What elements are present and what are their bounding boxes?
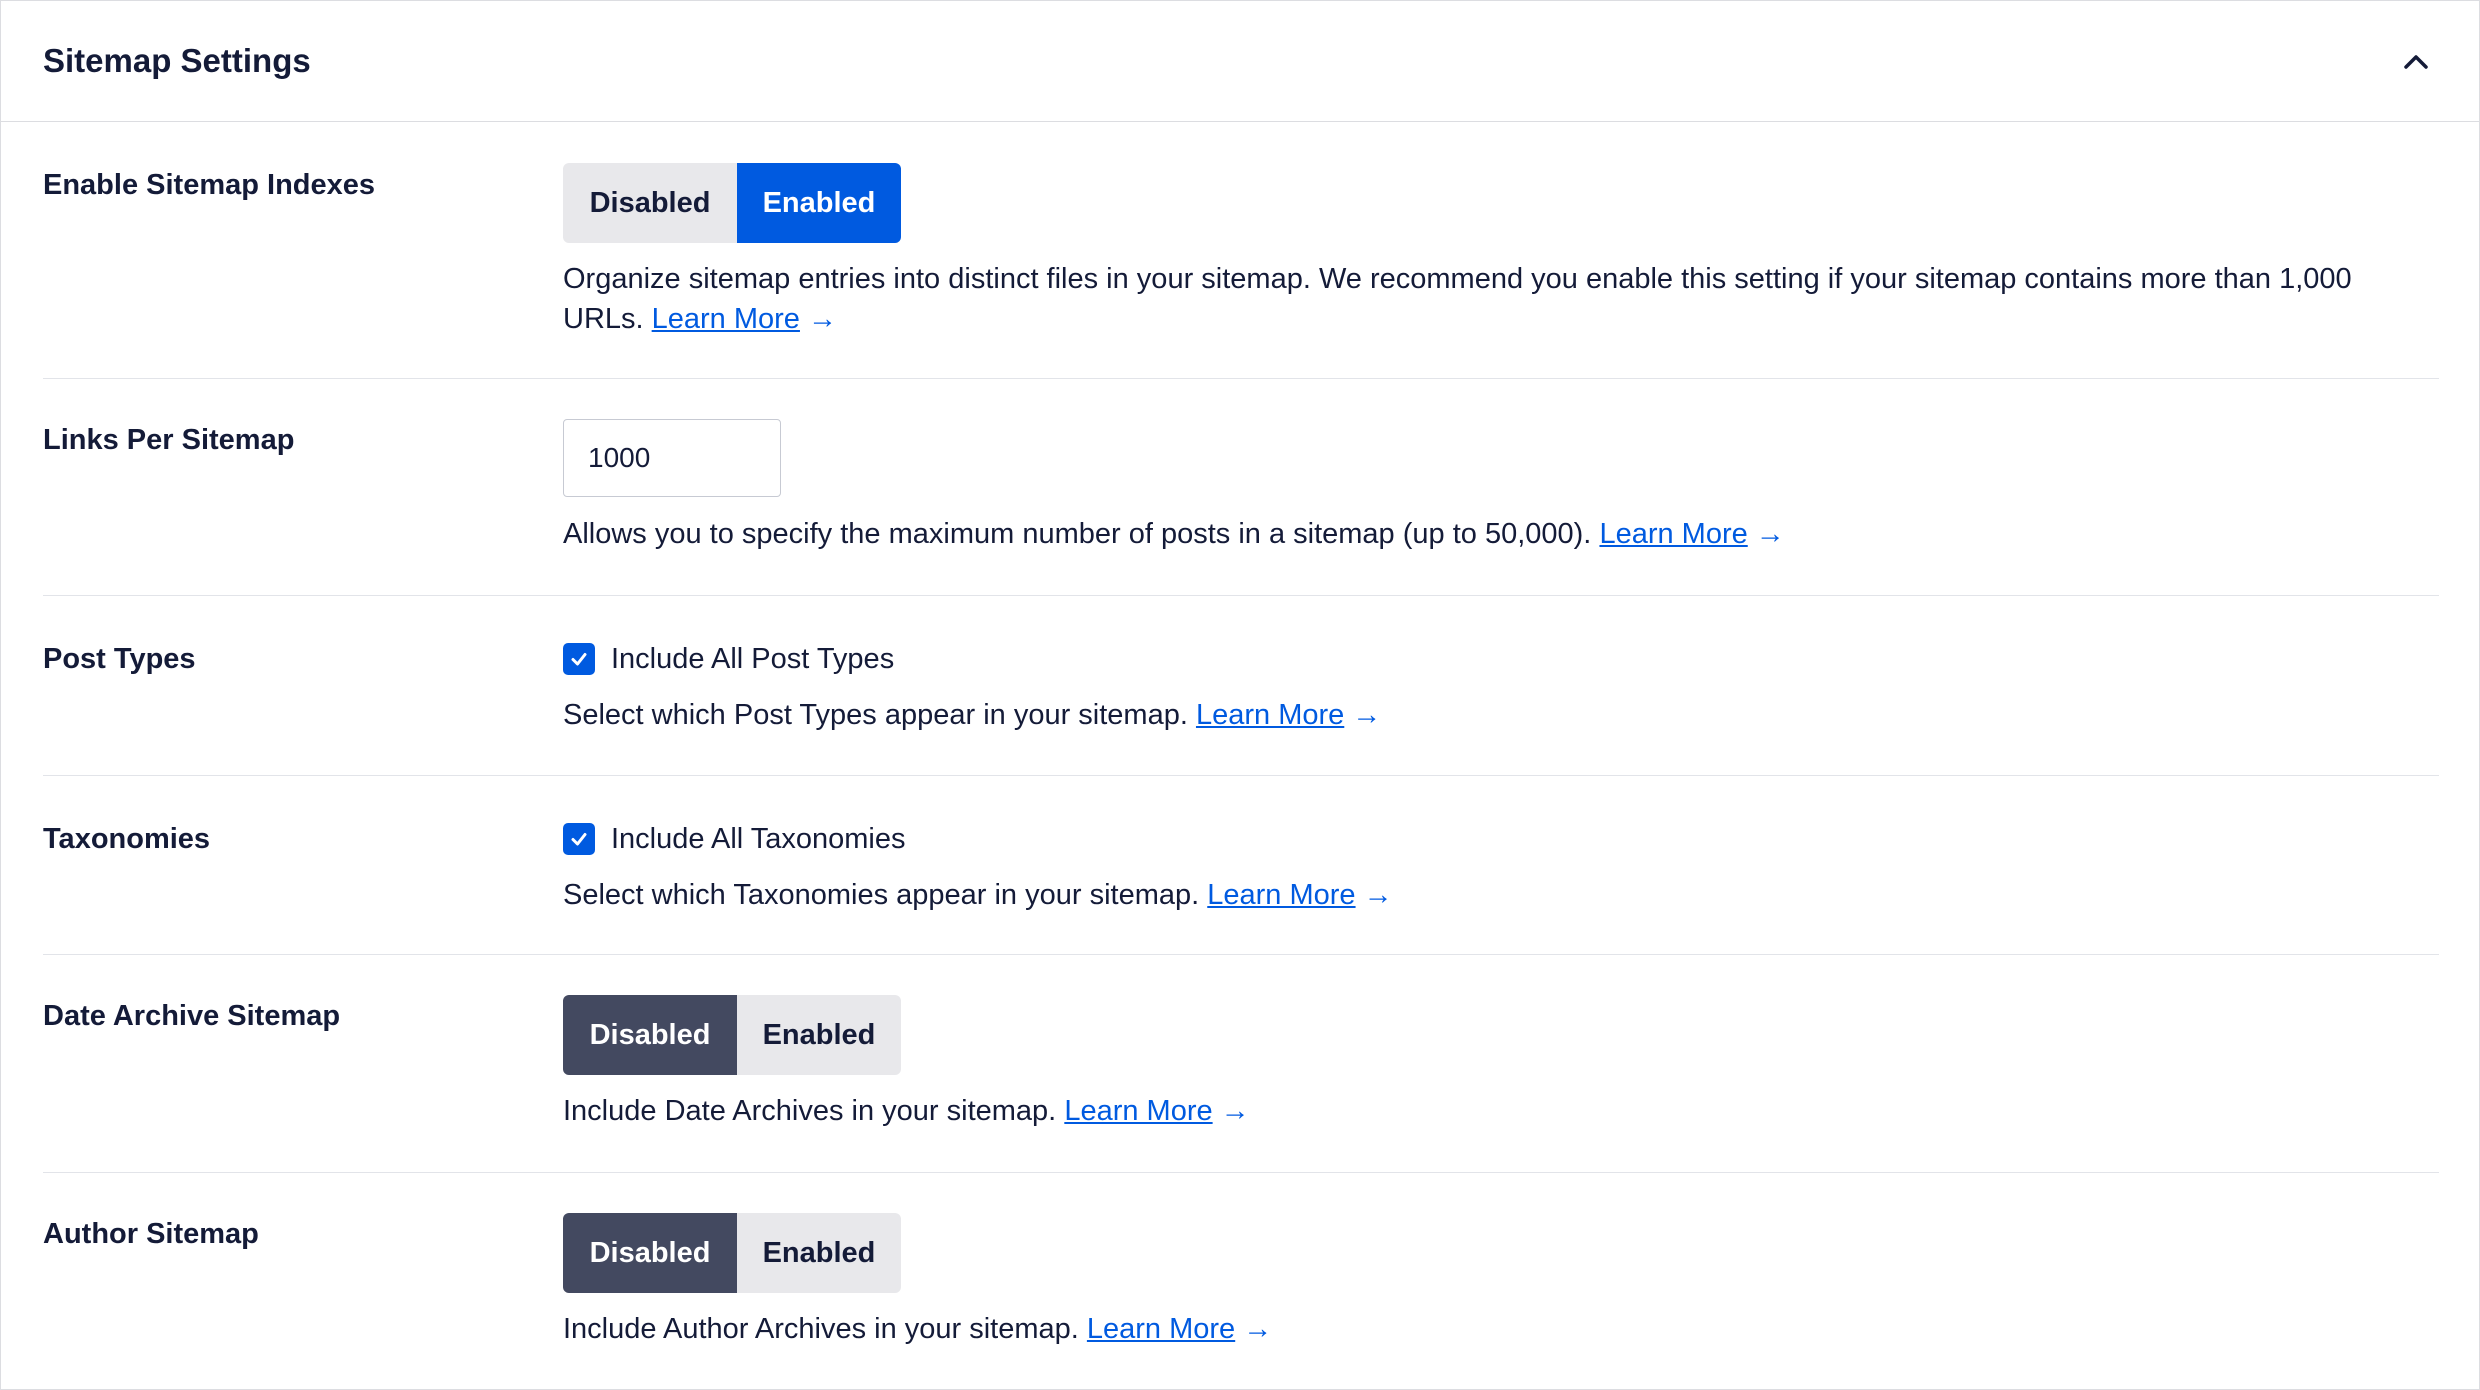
row-label: Taxonomies (43, 823, 211, 855)
row-date-archive-sitemap: Date Archive Sitemap Disabled Enabled In… (43, 954, 2439, 1173)
row-label: Author Sitemap (43, 1218, 259, 1250)
description-text: Include Date Archives in your sitemap. (563, 1095, 1057, 1127)
description-text: Allows you to specify the maximum number… (563, 518, 1592, 550)
row-description: Include Author Archives in your sitemap.… (563, 1309, 2423, 1349)
disabled-option[interactable]: Disabled (563, 1213, 737, 1293)
checkbox-checked[interactable] (563, 823, 595, 855)
arrow-right-icon: → (1755, 518, 1785, 550)
links-per-sitemap-input[interactable] (563, 419, 781, 497)
learn-more-link[interactable]: Learn More (1196, 699, 1344, 731)
row-links-per-sitemap: Links Per Sitemap Allows you to specify … (43, 378, 2439, 596)
arrow-right-icon: → (1220, 1095, 1250, 1127)
author-sitemap-toggle: Disabled Enabled (563, 1213, 901, 1293)
row-description: Select which Post Types appear in your s… (563, 695, 2423, 735)
checkmark-icon (571, 833, 587, 846)
learn-more-link[interactable]: Learn More (1207, 879, 1355, 911)
checkbox-label: Include All Post Types (611, 643, 895, 675)
disabled-option[interactable]: Disabled (563, 995, 737, 1075)
arrow-right-icon: → (1363, 879, 1393, 911)
description-text: Include Author Archives in your sitemap. (563, 1313, 1079, 1345)
row-label: Links Per Sitemap (43, 424, 295, 456)
sitemap-settings-panel: Sitemap Settings Enable Sitemap Indexes … (0, 0, 2480, 1390)
include-all-taxonomies[interactable]: Include All Taxonomies (563, 821, 905, 857)
learn-more-link[interactable]: Learn More (1087, 1313, 1235, 1345)
row-taxonomies: Taxonomies Include All Taxonomies Select… (43, 775, 2439, 955)
arrow-right-icon: → (1352, 699, 1382, 731)
sitemap-indexes-toggle: Disabled Enabled (563, 163, 901, 243)
row-label: Date Archive Sitemap (43, 1000, 341, 1032)
checkmark-icon (571, 653, 587, 666)
row-label: Post Types (43, 643, 196, 675)
checkbox-checked[interactable] (563, 643, 595, 675)
date-archive-toggle: Disabled Enabled (563, 995, 901, 1075)
arrow-right-icon: → (1243, 1313, 1273, 1345)
panel-title: Sitemap Settings (43, 42, 311, 79)
checkbox-label: Include All Taxonomies (611, 823, 906, 855)
disabled-option[interactable]: Disabled (563, 163, 737, 243)
row-description: Organize sitemap entries into distinct f… (563, 259, 2423, 339)
row-description: Select which Taxonomies appear in your s… (563, 875, 2423, 915)
row-description: Include Date Archives in your sitemap. L… (563, 1091, 2423, 1131)
row-post-types: Post Types Include All Post Types Select… (43, 595, 2439, 776)
include-all-post-types[interactable]: Include All Post Types (563, 641, 894, 677)
row-sitemap-indexes: Enable Sitemap Indexes Disabled Enabled … (43, 121, 2439, 379)
learn-more-link[interactable]: Learn More (652, 303, 800, 335)
arrow-right-icon: → (807, 303, 837, 335)
description-text: Select which Taxonomies appear in your s… (563, 879, 1200, 911)
enabled-option[interactable]: Enabled (737, 163, 901, 243)
row-label: Enable Sitemap Indexes (43, 169, 376, 201)
learn-more-link[interactable]: Learn More (1064, 1095, 1212, 1127)
description-text: Select which Post Types appear in your s… (563, 699, 1188, 731)
row-author-sitemap: Author Sitemap Disabled Enabled Include … (43, 1172, 2439, 1389)
enabled-option[interactable]: Enabled (737, 995, 901, 1075)
enabled-option[interactable]: Enabled (737, 1213, 901, 1293)
chevron-up-icon[interactable] (2393, 39, 2439, 85)
panel-header[interactable]: Sitemap Settings (1, 1, 2479, 122)
learn-more-link[interactable]: Learn More (1599, 518, 1747, 550)
row-description: Allows you to specify the maximum number… (563, 514, 2423, 554)
